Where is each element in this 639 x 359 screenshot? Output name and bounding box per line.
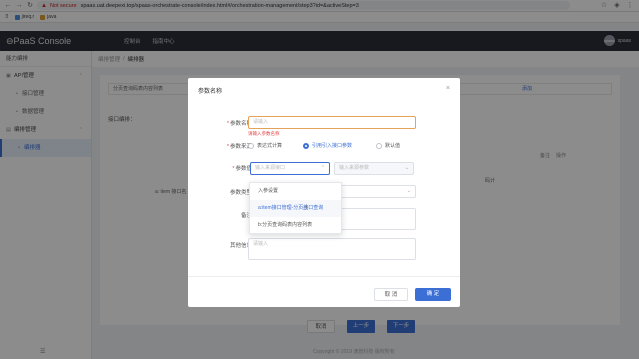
other-info-textarea[interactable]: 请输入 [248,238,416,260]
param-name-label: *参数名称 [226,121,252,127]
dropdown-option[interactable]: b:分页查询码表内容列表 [250,217,341,234]
chevron-down-icon: ⌄ [406,188,411,194]
param-name-input[interactable]: 请输入 [248,116,416,129]
radio-icon [376,142,382,149]
source-radio-reference[interactable]: 引用引入接口参数 [303,142,352,149]
interface-dropdown: 入参设置 a:item接口管理-分页接口查询 b:分页查询码表内容列表 [249,182,342,234]
radio-icon [248,142,254,149]
radio-checked-icon [303,142,309,149]
param-name-error: 请输入参数名称 [248,131,280,136]
dropdown-option[interactable]: 入参设置 [250,183,341,200]
source-param-select[interactable]: 输入来源参数 ⌄ [334,162,414,175]
param-type-label: 参数类型 [229,190,252,196]
modal-title: 参数名称 [198,89,223,95]
chevron-up-icon: ⌃ [320,165,325,171]
source-radio-expression[interactable]: 表达式计算 [248,142,282,149]
source-interface-select[interactable]: 输入来源接口 ⌃ [250,162,330,175]
remark-label: 备注 [240,213,252,219]
mouse-cursor-icon: ☝ [303,203,308,212]
chevron-down-icon: ⌄ [404,165,409,171]
source-radio-default[interactable]: 默认值 [376,142,400,149]
modal-divider [188,276,460,277]
other-info-label: 其他信息 [229,243,252,249]
modal-cancel-button[interactable]: 取 消 [374,288,408,301]
dropdown-option[interactable]: a:item接口管理-分页接口查询 [250,200,341,217]
close-icon[interactable]: × [446,85,450,92]
param-value-label: *参数值 [232,166,252,172]
modal-ok-button[interactable]: 确 定 [415,288,451,301]
param-source-label: *参数来源 [226,144,252,150]
